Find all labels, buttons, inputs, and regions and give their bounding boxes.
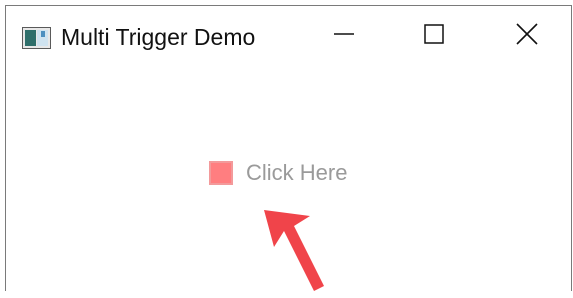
checkbox-label[interactable]: Click Here [246, 160, 347, 186]
app-window-icon [22, 27, 51, 49]
checkbox-box[interactable] [209, 161, 233, 185]
window-title: Multi Trigger Demo [61, 24, 256, 50]
close-icon [516, 22, 538, 50]
maximize-button[interactable] [389, 6, 479, 66]
minimize-button[interactable] [299, 6, 389, 66]
click-here-checkbox[interactable]: Click Here [209, 160, 347, 186]
close-button[interactable] [482, 6, 572, 66]
minimize-icon [334, 24, 354, 49]
maximize-icon [424, 23, 444, 49]
title-bar[interactable]: Multi Trigger Demo [6, 6, 571, 66]
arrow-annotation-icon [250, 200, 340, 293]
